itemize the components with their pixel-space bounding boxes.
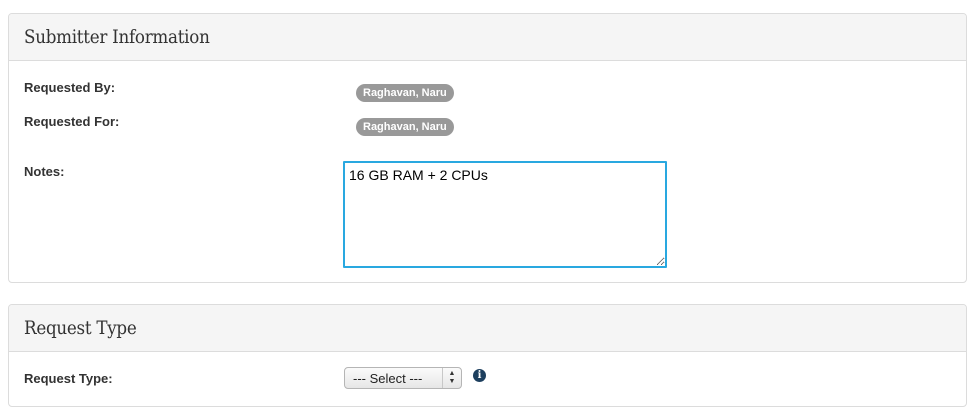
submitter-information-heading: Submitter Information xyxy=(9,14,966,61)
requested-for-label: Requested For: xyxy=(24,114,120,129)
request-type-title: Request Type xyxy=(24,317,137,339)
request-type-select-value: --- Select --- xyxy=(353,370,423,386)
requested-by-badge: Raghavan, Naru xyxy=(356,84,454,102)
submitter-information-title: Submitter Information xyxy=(24,26,210,48)
select-arrows-icon: ▲ ▼ xyxy=(442,368,461,388)
request-type-panel: Request Type Request Type: --- Select --… xyxy=(8,304,967,407)
notes-textarea[interactable] xyxy=(343,161,667,268)
submitter-information-panel: Submitter Information Requested By: Ragh… xyxy=(8,13,967,283)
requested-for-badge: Raghavan, Naru xyxy=(356,118,454,136)
notes-label: Notes: xyxy=(24,164,65,179)
request-type-label: Request Type: xyxy=(24,371,113,386)
requested-by-label: Requested By: xyxy=(24,80,116,95)
request-type-select[interactable]: --- Select --- ▲ ▼ xyxy=(344,367,462,389)
info-circle-icon[interactable]: i xyxy=(473,369,486,382)
request-type-heading: Request Type xyxy=(9,305,966,352)
